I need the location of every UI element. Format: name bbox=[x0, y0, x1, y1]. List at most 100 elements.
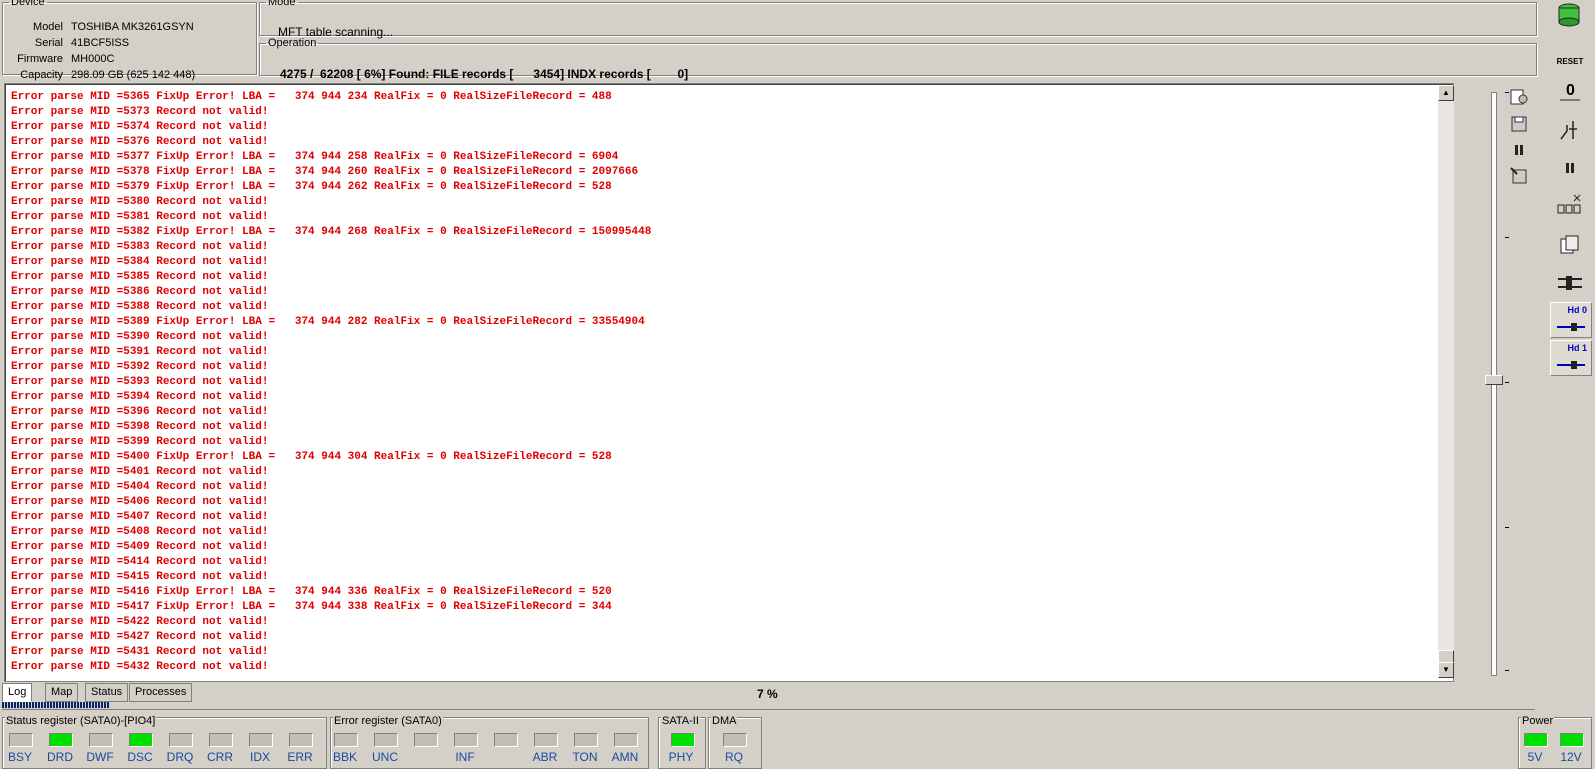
unc-label: UNC bbox=[372, 750, 398, 764]
hd1-button[interactable]: Hd 1 bbox=[1550, 340, 1592, 376]
rq-label: RQ bbox=[725, 750, 743, 764]
scroll-up-button[interactable]: ▲ bbox=[1438, 85, 1454, 101]
12v-led bbox=[1560, 733, 1584, 747]
tab-processes[interactable]: Processes bbox=[129, 683, 193, 702]
operation-panel: Operation 4275 / 62208 [ 6%] Found: FILE… bbox=[259, 37, 1537, 81]
log-speed-slider[interactable] bbox=[1485, 92, 1509, 676]
zero-icon[interactable]: 0 bbox=[1550, 75, 1590, 105]
log-settings-icon[interactable] bbox=[1508, 86, 1530, 108]
reset-button[interactable]: RESET bbox=[1550, 38, 1590, 68]
dwf-led bbox=[89, 733, 113, 747]
progress-divider bbox=[2, 709, 1535, 710]
connector-icon[interactable] bbox=[1550, 268, 1590, 298]
log-line: Error parse MID =5390 Record not valid! bbox=[11, 331, 269, 343]
abr-led bbox=[534, 733, 558, 747]
log-line: Error parse MID =5407 Record not valid! bbox=[11, 511, 269, 523]
5v-label: 5V bbox=[1527, 750, 1543, 764]
log-line: Error parse MID =5383 Record not valid! bbox=[11, 241, 269, 253]
log-line: Error parse MID =5427 Record not valid! bbox=[11, 631, 269, 643]
pause-log-icon[interactable] bbox=[1508, 139, 1530, 161]
log-line: Error parse MID =5385 Record not valid! bbox=[11, 271, 269, 283]
log-line: Error parse MID =5384 Record not valid! bbox=[11, 256, 269, 268]
log-line: Error parse MID =5396 Record not valid! bbox=[11, 406, 269, 418]
progress-percent: 7 % bbox=[757, 687, 778, 701]
log-line: Error parse MID =5373 Record not valid! bbox=[11, 106, 269, 118]
log-line: Error parse MID =5388 Record not valid! bbox=[11, 301, 269, 313]
log-panel[interactable]: Error parse MID =5365 FixUp Error! LBA =… bbox=[4, 83, 1454, 682]
device-value: TOSHIBA MK3261GSYN bbox=[71, 21, 194, 33]
drive-db-icon[interactable] bbox=[1550, 0, 1590, 30]
ton-label: TON bbox=[572, 750, 598, 764]
device-panel: Device Model TOSHIBA MK3261GSYN Serial 4… bbox=[2, 0, 257, 81]
log-line: Error parse MID =5400 FixUp Error! LBA =… bbox=[11, 451, 612, 463]
power-title: Power bbox=[1521, 715, 1555, 727]
device-row-firmware: Firmware MH000C bbox=[3, 51, 253, 67]
5v-led bbox=[1524, 733, 1548, 747]
log-line: Error parse MID =5417 FixUp Error! LBA =… bbox=[11, 601, 612, 613]
hd0-button[interactable]: Hd 0 bbox=[1550, 302, 1592, 338]
pause-icon[interactable] bbox=[1550, 153, 1590, 183]
sata-title: SATA-II bbox=[661, 715, 700, 727]
device-row-capacity: Capacity 298.09 GB (625 142 448) bbox=[3, 67, 253, 83]
dsc-led bbox=[129, 733, 153, 747]
log-line: Error parse MID =5415 Record not valid! bbox=[11, 571, 269, 583]
unc-led bbox=[374, 733, 398, 747]
progress-fill bbox=[2, 702, 110, 708]
err-label: ERR bbox=[287, 750, 313, 764]
inf-led bbox=[454, 733, 478, 747]
log-line: Error parse MID =5422 Record not valid! bbox=[11, 616, 269, 628]
bsy-label: BSY bbox=[7, 750, 32, 764]
status-register-title: Status register (SATA0)-[PIO4] bbox=[5, 715, 157, 727]
slider-tick bbox=[1505, 670, 1509, 671]
tab-map[interactable]: Map bbox=[45, 683, 79, 702]
device-key: Serial bbox=[34, 37, 63, 49]
slider-tick bbox=[1505, 237, 1509, 238]
unused-led bbox=[494, 733, 518, 747]
log-line: Error parse MID =5382 FixUp Error! LBA =… bbox=[11, 226, 652, 238]
operation-text: 4275 / 62208 [ 6%] Found: FILE records [… bbox=[280, 67, 689, 81]
tab-status[interactable]: Status bbox=[85, 683, 129, 702]
log-line: Error parse MID =5381 Record not valid! bbox=[11, 211, 269, 223]
slider-thumb[interactable] bbox=[1485, 375, 1503, 385]
save-log-icon[interactable] bbox=[1508, 113, 1530, 135]
idx-label: IDX bbox=[249, 750, 270, 764]
log-line: Error parse MID =5377 FixUp Error! LBA =… bbox=[11, 151, 619, 163]
device-row-serial: Serial 41BCF5ISS bbox=[3, 35, 253, 51]
ton-led bbox=[574, 733, 598, 747]
sectors-icon[interactable] bbox=[1550, 190, 1590, 220]
copy-icon[interactable] bbox=[1550, 230, 1590, 260]
log-line: Error parse MID =5365 FixUp Error! LBA =… bbox=[11, 91, 612, 103]
amn-label: AMN bbox=[611, 750, 639, 764]
drd-label: DRD bbox=[47, 750, 73, 764]
log-line: Error parse MID =5386 Record not valid! bbox=[11, 286, 269, 298]
log-line: Error parse MID =5399 Record not valid! bbox=[11, 436, 269, 448]
tab-log[interactable]: Log bbox=[2, 683, 33, 702]
reset-label: RESET bbox=[1556, 56, 1584, 66]
log-line: Error parse MID =5414 Record not valid! bbox=[11, 556, 269, 568]
status-register-panel: Status register (SATA0)-[PIO4] BSY DRD DWF… bbox=[2, 715, 327, 769]
clear-log-icon[interactable] bbox=[1508, 165, 1530, 187]
probe-icon[interactable] bbox=[1550, 115, 1590, 145]
bsy-led bbox=[9, 733, 33, 747]
log-line: Error parse MID =5401 Record not valid! bbox=[11, 466, 269, 478]
log-line: Error parse MID =5378 FixUp Error! LBA =… bbox=[11, 166, 639, 178]
log-scrollbar[interactable]: ▲ ▼ bbox=[1438, 85, 1454, 678]
drq-led bbox=[169, 733, 193, 747]
error-register-title: Error register (SATA0) bbox=[333, 715, 443, 727]
right-toolbar: RESET 0 Hd 0 Hd 1 bbox=[1544, 0, 1595, 769]
svg-text:0: 0 bbox=[1566, 82, 1575, 99]
bbk-label: BBK bbox=[332, 750, 357, 764]
idx-led bbox=[249, 733, 273, 747]
phy-led bbox=[671, 733, 695, 747]
device-value: MH000C bbox=[71, 53, 115, 65]
log-line: Error parse MID =5431 Record not valid! bbox=[11, 646, 269, 658]
mode-legend: Mode bbox=[268, 0, 296, 8]
device-key: Model bbox=[33, 21, 63, 33]
crr-led bbox=[209, 733, 233, 747]
phy-label: PHY bbox=[668, 750, 694, 764]
log-line: Error parse MID =5393 Record not valid! bbox=[11, 376, 269, 388]
slider-tick bbox=[1505, 382, 1509, 383]
device-row-model: Model TOSHIBA MK3261GSYN bbox=[3, 19, 253, 35]
scroll-down-button[interactable]: ▼ bbox=[1438, 662, 1454, 678]
mode-panel: Mode MFT table scanning... bbox=[259, 0, 1537, 39]
